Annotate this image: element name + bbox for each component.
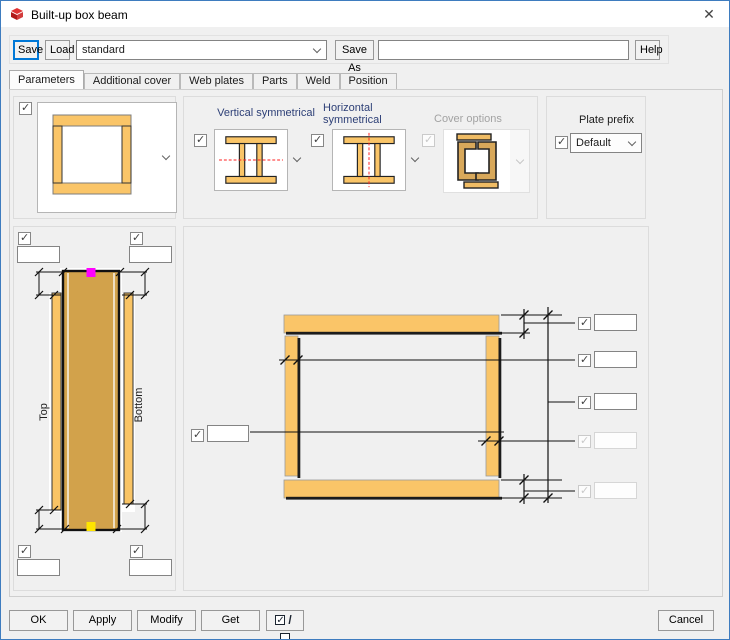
- bottom-label: Bottom: [133, 388, 145, 423]
- elev-top-right-checkbox[interactable]: [130, 231, 143, 245]
- cs-row1-checkbox[interactable]: [578, 316, 591, 330]
- cancel-button[interactable]: Cancel: [658, 610, 714, 631]
- cover-options-checkbox: [422, 133, 435, 147]
- toggle-separator: /: [288, 613, 292, 627]
- chevron-down-icon[interactable]: [292, 153, 302, 163]
- cs-row2-input[interactable]: [594, 351, 637, 368]
- cs-row4-checkbox: [578, 434, 591, 448]
- horizontal-symmetrical-image: [343, 132, 395, 188]
- plate-prefix-value: Default: [576, 137, 611, 149]
- tab-position[interactable]: Position: [339, 73, 397, 89]
- save-button[interactable]: Save: [13, 40, 43, 60]
- elev-bottom-right-input[interactable]: [129, 559, 172, 576]
- tab-parts[interactable]: Parts: [252, 73, 297, 89]
- window-title: Built-up box beam: [31, 8, 128, 22]
- toggle-all-checkboxes-button[interactable]: /: [266, 610, 304, 639]
- title-bar: Built-up box beam ✕: [1, 1, 729, 27]
- elev-top-left-input[interactable]: [17, 246, 60, 263]
- beam-elevation-group: Top Bottom: [13, 226, 176, 591]
- checked-box-icon: [275, 612, 286, 630]
- horizontal-symmetrical-label: Horizontal symmetrical: [323, 102, 382, 126]
- chevron-down-icon[interactable]: [410, 153, 420, 163]
- chevron-down-icon: [627, 137, 637, 147]
- plate-prefix-label: Plate prefix: [579, 114, 635, 126]
- tab-parameters[interactable]: Parameters: [9, 70, 84, 89]
- save-as-name-input[interactable]: [378, 40, 629, 60]
- vertical-symmetrical-label: Vertical symmetrical: [217, 107, 315, 119]
- elev-top-left-checkbox[interactable]: [18, 231, 31, 245]
- help-button[interactable]: Help: [635, 40, 663, 60]
- plate-prefix-group: Plate prefix Default: [546, 96, 646, 219]
- cs-row4-input: [594, 432, 637, 449]
- cs-row5-input: [594, 482, 637, 499]
- horizontal-symmetrical-option[interactable]: [332, 129, 406, 191]
- elev-bottom-left-checkbox[interactable]: [18, 544, 31, 558]
- main-preview-group: [13, 96, 177, 219]
- close-icon[interactable]: ✕: [700, 5, 718, 23]
- cs-row3-checkbox[interactable]: [578, 395, 591, 409]
- cs-row3-input[interactable]: [594, 393, 637, 410]
- profile-combobox[interactable]: standard: [76, 40, 327, 60]
- tab-strip: Parameters Additional cover Web plates Part…: [9, 70, 397, 90]
- modify-button[interactable]: Modify: [137, 610, 196, 631]
- symmetry-options-group: Vertical symmetrical Horizontal symmetri…: [183, 96, 538, 219]
- main-preview-checkbox[interactable]: [19, 101, 32, 115]
- cover-options-option: [443, 129, 530, 193]
- tab-weld[interactable]: Weld: [296, 73, 340, 89]
- plate-prefix-select[interactable]: Default: [570, 133, 642, 153]
- cs-left-checkbox[interactable]: [191, 428, 204, 442]
- tab-additional-cover[interactable]: Additional cover: [83, 73, 181, 89]
- cs-row1-input[interactable]: [594, 314, 637, 331]
- vertical-symmetrical-image: [219, 136, 283, 184]
- get-button[interactable]: Get: [201, 610, 260, 631]
- apply-button[interactable]: Apply: [73, 610, 132, 631]
- cover-options-label: Cover options: [434, 113, 502, 125]
- horizontal-symmetrical-checkbox[interactable]: [311, 133, 324, 147]
- cs-row2-checkbox[interactable]: [578, 353, 591, 367]
- main-preview-option[interactable]: [37, 102, 177, 213]
- save-as-button[interactable]: Save As: [335, 40, 374, 74]
- chevron-down-icon[interactable]: [161, 151, 171, 161]
- top-label: Top: [38, 403, 50, 421]
- unchecked-box-icon: [280, 633, 290, 639]
- elev-top-right-input[interactable]: [129, 246, 172, 263]
- vertical-symmetrical-option[interactable]: [214, 129, 288, 191]
- beam-elevation-diagram: Top Bottom: [34, 267, 150, 534]
- dialog-built-up-box-beam: Built-up box beam ✕ Save Load standard S…: [0, 0, 730, 640]
- cross-section-group: [183, 226, 649, 591]
- app-icon: [11, 8, 23, 20]
- chevron-down-icon: [515, 155, 525, 165]
- cs-row5-checkbox: [578, 484, 591, 498]
- cover-options-image: [444, 130, 510, 192]
- cs-left-input[interactable]: [207, 425, 249, 442]
- profile-toolbar: Save Load standard Save As Help: [9, 35, 669, 74]
- load-button[interactable]: Load: [45, 40, 74, 60]
- elev-bottom-right-checkbox[interactable]: [130, 544, 143, 558]
- profile-combobox-value: standard: [82, 44, 125, 56]
- box-beam-preview-image: [52, 114, 132, 195]
- tab-web-plates[interactable]: Web plates: [180, 73, 253, 89]
- ok-button[interactable]: OK: [9, 610, 68, 631]
- plate-prefix-checkbox[interactable]: [555, 135, 568, 149]
- chevron-down-icon: [312, 44, 322, 54]
- vertical-symmetrical-checkbox[interactable]: [194, 133, 207, 147]
- elev-bottom-left-input[interactable]: [17, 559, 60, 576]
